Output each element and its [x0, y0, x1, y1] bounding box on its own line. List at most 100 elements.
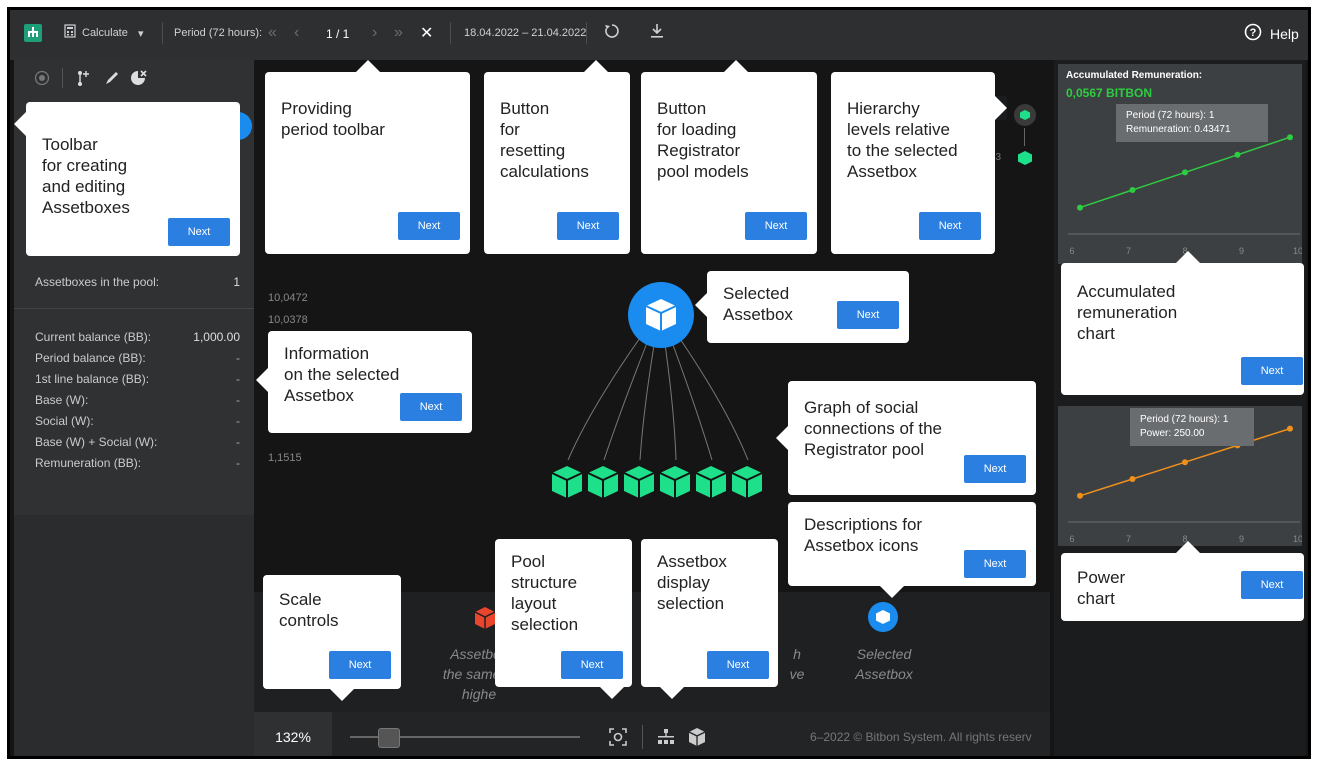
child-assetbox-node[interactable] — [730, 464, 764, 498]
data-point[interactable] — [1182, 169, 1188, 176]
callout-pointer — [660, 687, 684, 699]
balance-value: - — [236, 393, 240, 407]
red-cube-icon — [474, 607, 496, 629]
callout-pointer — [1176, 251, 1200, 263]
next-page-icon[interactable]: › — [372, 24, 377, 42]
callout-period: Providing period toolbar Next — [265, 72, 470, 254]
balance-label: Social (W): — [35, 414, 94, 428]
next-button[interactable]: Next — [329, 651, 391, 679]
date-range[interactable]: 18.04.2022 – 21.04.2022 — [464, 27, 586, 39]
assetbox-toolbar — [14, 60, 254, 96]
next-button[interactable]: Next — [964, 550, 1026, 578]
callout-pointer — [776, 426, 788, 450]
calculator-icon[interactable] — [64, 24, 76, 41]
callout-pool-layout: Pool structure layout selection Next — [495, 539, 632, 687]
balance-value: - — [236, 372, 240, 386]
chevron-down-icon[interactable]: ▾ — [138, 27, 144, 40]
tooltip-line: Period (72 hours): 1 — [1126, 110, 1215, 121]
callout-info: Information on the selected Assetbox Nex… — [268, 331, 472, 433]
balance-row: Base (W) + Social (W): - — [35, 435, 240, 449]
calculate-dropdown[interactable]: Calculate — [82, 27, 128, 39]
download-icon[interactable] — [650, 23, 664, 42]
next-button[interactable]: Next — [707, 651, 769, 679]
balance-label: Period balance (BB): — [35, 351, 146, 365]
child-assetbox-node[interactable] — [694, 464, 728, 498]
next-button[interactable]: Next — [561, 651, 623, 679]
bottom-toolbar: 132% 6–2022 © Bitbon System. All rights … — [254, 712, 1050, 756]
first-page-icon[interactable]: « — [268, 24, 277, 42]
divider — [14, 308, 254, 309]
app-logo-icon[interactable] — [24, 24, 42, 42]
next-button[interactable]: Next — [919, 212, 981, 240]
callout-pointer — [356, 60, 380, 72]
zoom-slider-thumb[interactable] — [377, 728, 400, 748]
child-assetbox-node[interactable] — [586, 464, 620, 498]
pie-remove-icon[interactable] — [130, 69, 148, 90]
svg-text:?: ? — [1250, 27, 1257, 39]
next-button[interactable]: Next — [837, 301, 899, 329]
prev-page-icon[interactable]: ‹ — [294, 24, 299, 42]
last-page-icon[interactable]: » — [394, 24, 403, 42]
divider — [642, 725, 643, 749]
top-toolbar: Calculate ▾ Period (72 hours): « ‹ 1 / 1… — [10, 10, 1308, 60]
data-point[interactable] — [1287, 134, 1293, 141]
callout-text: Toolbar for creating and editing Assetbo… — [42, 135, 130, 217]
next-button[interactable]: Next — [1241, 571, 1303, 599]
edit-pencil-icon[interactable] — [104, 70, 120, 89]
next-button[interactable]: Next — [557, 212, 619, 240]
cube-display-icon[interactable] — [688, 727, 706, 750]
next-button[interactable]: Next — [398, 212, 460, 240]
child-assetbox-node[interactable] — [550, 464, 584, 498]
data-point[interactable] — [1129, 476, 1136, 482]
next-button[interactable]: Next — [168, 218, 230, 246]
balance-label: 1st line balance (BB): — [35, 372, 150, 386]
power-chart-panel: 678910 Period (72 hours): 1 Power: 250.0… — [1058, 406, 1302, 546]
data-point[interactable] — [1077, 204, 1083, 211]
help-label[interactable]: Help — [1270, 26, 1299, 42]
balance-value: - — [236, 435, 240, 449]
data-point[interactable] — [1234, 151, 1241, 158]
balance-row: Period balance (BB): - — [35, 351, 240, 365]
remuneration-chart-panel: Accumulated Remuneration: 0,0567 BITBON … — [1058, 64, 1302, 264]
callout-scale: Scale controls Next — [263, 575, 401, 689]
callout-pointer — [1176, 541, 1200, 553]
callout-pointer — [14, 112, 26, 136]
pool-count-row: Assetboxes in the pool: 1 — [35, 275, 240, 289]
graph-value: 10,0378 — [268, 314, 308, 326]
x-tick-label: 7 — [1126, 534, 1131, 544]
legend-selected: Selected Assetbox — [855, 646, 913, 682]
divider — [62, 68, 63, 88]
next-button[interactable]: Next — [745, 212, 807, 240]
radio-target-icon[interactable] — [34, 70, 50, 89]
hierarchy-lower-icon — [1018, 151, 1032, 165]
help-icon[interactable]: ? — [1244, 23, 1262, 44]
add-connection-icon[interactable] — [76, 69, 92, 90]
hierarchy-layout-icon[interactable] — [656, 728, 676, 749]
divider — [586, 22, 587, 44]
selected-assetbox-node[interactable] — [628, 282, 694, 348]
data-point[interactable] — [1077, 492, 1083, 499]
callout-power-chart: Power chart Next — [1061, 553, 1304, 621]
reset-icon[interactable] — [604, 23, 620, 42]
callout-descriptions: Descriptions for Assetbox icons Next — [788, 502, 1036, 586]
next-button[interactable]: Next — [1241, 357, 1303, 385]
data-point[interactable] — [1287, 425, 1293, 432]
graph-value: 1,1515 — [268, 452, 302, 464]
pool-value: 1 — [233, 275, 240, 289]
child-assetbox-node[interactable] — [622, 464, 656, 498]
balance-row: Base (W): - — [35, 393, 240, 407]
child-assetbox-node[interactable] — [658, 464, 692, 498]
period-label: Period (72 hours): — [174, 27, 263, 39]
fit-screen-icon[interactable] — [608, 727, 628, 750]
remuneration-chart[interactable]: 678910 — [1058, 64, 1302, 264]
callout-pointer — [880, 586, 904, 598]
zoom-level: 132% — [254, 712, 332, 756]
data-point[interactable] — [1182, 459, 1188, 466]
data-point[interactable] — [1129, 187, 1136, 193]
callout-pointer — [256, 368, 268, 392]
next-button[interactable]: Next — [400, 393, 462, 421]
next-button[interactable]: Next — [964, 455, 1026, 483]
x-tick-label: 9 — [1239, 534, 1244, 544]
hierarchy-line — [1024, 128, 1025, 146]
close-icon[interactable]: ✕ — [420, 23, 433, 43]
